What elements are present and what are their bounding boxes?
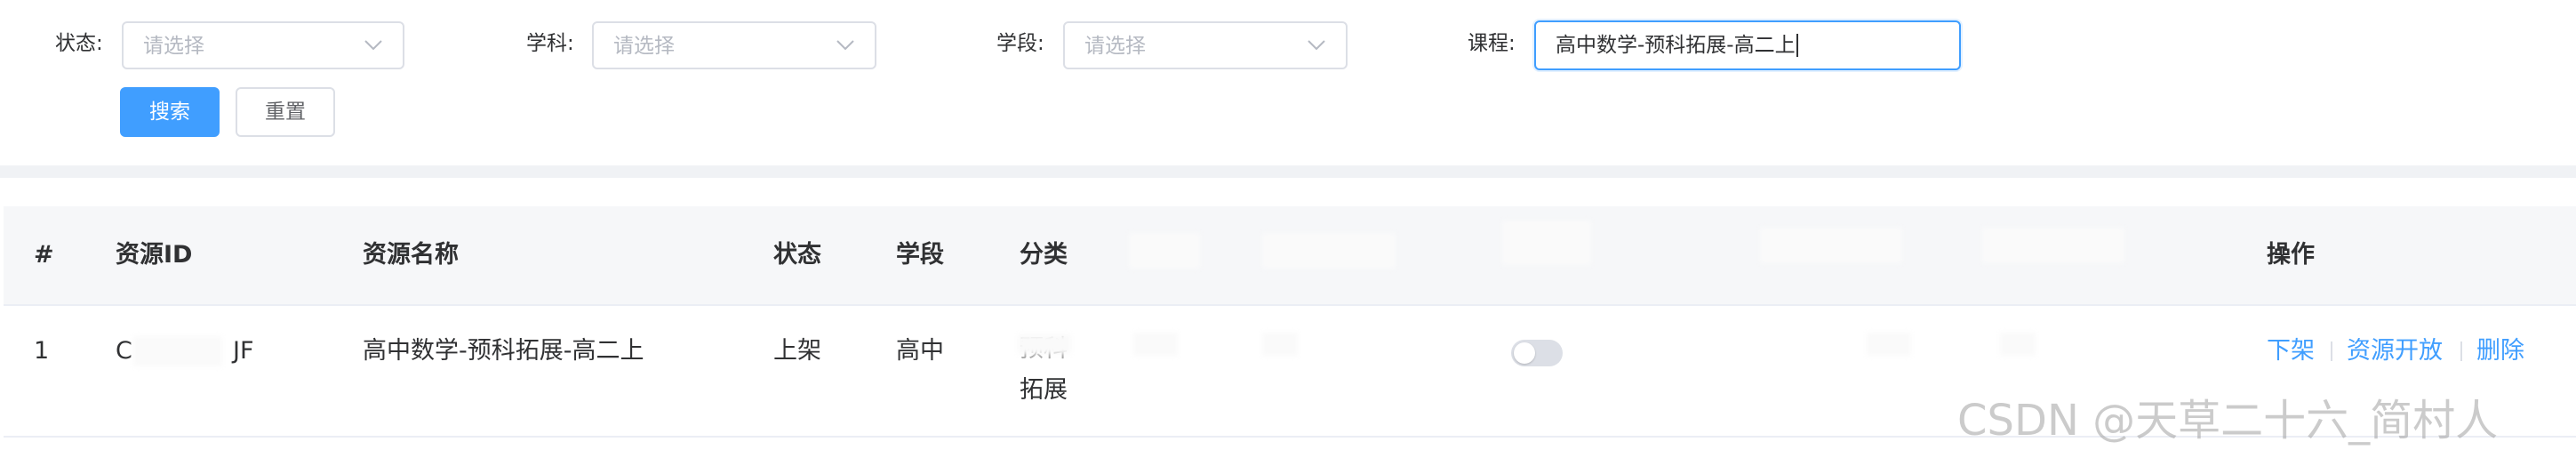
status-filter-label: 状态: xyxy=(55,32,103,55)
redacted-cell xyxy=(1867,333,1911,356)
column-header-actions: 操作 xyxy=(2267,241,2315,269)
text-cursor xyxy=(1796,34,1798,57)
offline-link[interactable]: 下架 xyxy=(2267,338,2315,365)
chevron-down-icon xyxy=(364,40,382,51)
column-header-resource-name: 资源名称 xyxy=(363,241,459,269)
redacted-cell xyxy=(1133,333,1178,356)
stage-filter-label: 学段: xyxy=(996,32,1044,55)
column-header-resource-id: 资源ID xyxy=(116,241,193,269)
subject-filter-label: 学科: xyxy=(526,32,574,55)
open-resource-link[interactable]: 资源开放 xyxy=(2347,338,2443,365)
resource-id-suffix: JF xyxy=(233,337,254,365)
row-index: 1 xyxy=(34,337,50,365)
search-button[interactable]: 搜索 xyxy=(120,87,220,137)
redacted-header xyxy=(1502,221,1591,265)
redacted-category xyxy=(1018,334,1071,354)
course-input-value: 高中数学-预科拓展-高二上 xyxy=(1556,34,1796,57)
action-separator xyxy=(2331,341,2332,361)
resource-name: 高中数学-预科拓展-高二上 xyxy=(363,337,644,365)
action-separator xyxy=(2460,341,2462,361)
subject-select-placeholder: 请选择 xyxy=(613,35,675,58)
stage-select-placeholder: 请选择 xyxy=(1084,35,1146,58)
section-divider xyxy=(0,165,2576,178)
category-line-2: 拓展 xyxy=(1020,376,1068,404)
course-filter-label: 课程: xyxy=(1468,32,1516,55)
redacted-resource-id xyxy=(133,336,222,366)
status-cell: 上架 xyxy=(773,337,821,365)
switch-knob xyxy=(1514,342,1535,364)
column-header-stage: 学段 xyxy=(896,241,944,269)
redacted-cell xyxy=(2000,333,2036,356)
delete-link[interactable]: 删除 xyxy=(2476,338,2524,365)
redacted-header xyxy=(1982,228,2124,263)
status-select-placeholder: 请选择 xyxy=(143,35,204,58)
column-header-category: 分类 xyxy=(1020,241,1068,269)
status-select[interactable]: 请选择 xyxy=(122,21,404,69)
column-header-status: 状态 xyxy=(773,241,821,269)
subject-select[interactable]: 请选择 xyxy=(592,21,876,69)
resource-id-prefix: C xyxy=(116,337,132,365)
chevron-down-icon xyxy=(1308,40,1325,51)
redacted-header xyxy=(1760,228,1902,263)
column-header-index: # xyxy=(34,241,54,269)
redacted-header xyxy=(1129,233,1200,269)
course-input[interactable]: 高中数学-预科拓展-高二上 xyxy=(1534,20,1961,70)
chevron-down-icon xyxy=(836,40,854,51)
stage-select[interactable]: 请选择 xyxy=(1063,21,1348,69)
redacted-cell xyxy=(1262,333,1298,356)
watermark: CSDN @天草二十六_简村人 xyxy=(1957,396,2499,446)
resource-open-switch[interactable] xyxy=(1511,340,1563,366)
reset-button[interactable]: 重置 xyxy=(236,87,335,137)
redacted-header xyxy=(1262,233,1396,269)
stage-cell: 高中 xyxy=(896,337,944,365)
